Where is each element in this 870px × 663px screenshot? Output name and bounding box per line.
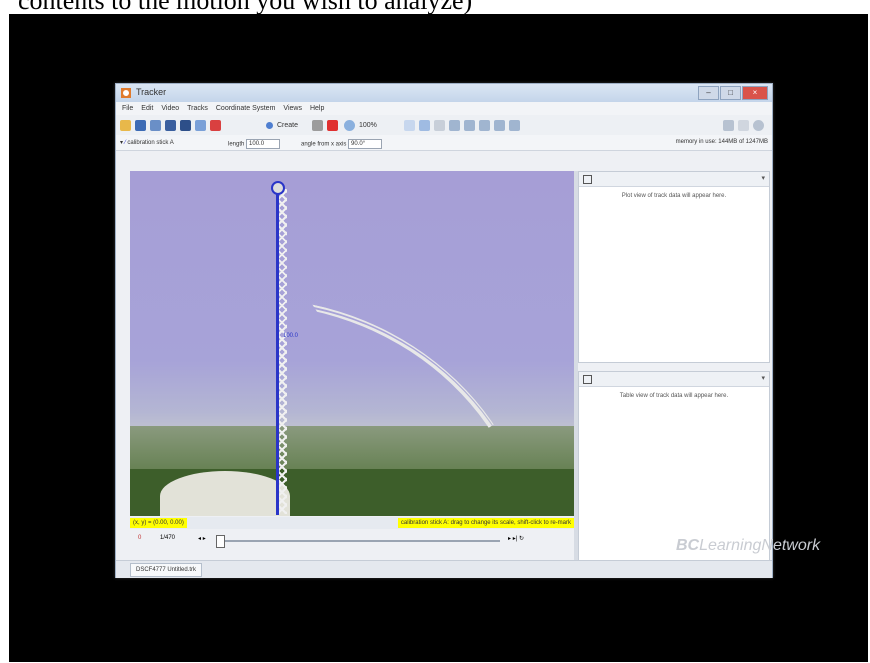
hint-message: calibration stick A: drag to change its … bbox=[397, 518, 574, 528]
path-icon[interactable] bbox=[434, 119, 445, 131]
length-control: length 100.0 bbox=[228, 139, 281, 149]
step-forward-icon[interactable]: ▸ bbox=[508, 536, 511, 542]
memory-status: memory in use: 144MB of 1247MB bbox=[675, 139, 768, 145]
edit-tools bbox=[312, 119, 342, 131]
menu-views[interactable]: Views bbox=[283, 105, 302, 112]
coordinate-axes-icon[interactable] bbox=[210, 119, 221, 131]
file-tools bbox=[120, 119, 225, 131]
table-placeholder: Table view of track data will appear her… bbox=[619, 393, 729, 399]
minimize-button[interactable]: – bbox=[698, 86, 719, 100]
angle-control: angle from x axis 90.0° bbox=[301, 139, 383, 149]
tracker-app-icon bbox=[121, 88, 131, 98]
menu-tracks[interactable]: Tracks bbox=[187, 105, 208, 112]
chevron-down-icon[interactable]: ▾ bbox=[761, 174, 765, 182]
video-view[interactable]: 100.0 bbox=[130, 171, 574, 516]
reload-icon[interactable] bbox=[753, 119, 764, 131]
cut-icon[interactable] bbox=[312, 119, 323, 131]
ruler-icon[interactable] bbox=[509, 119, 520, 131]
tab-document[interactable]: DSCF4777 Untitled.trk bbox=[130, 563, 203, 577]
table-panel-header: ▾ bbox=[579, 372, 769, 387]
marker-icon[interactable] bbox=[449, 119, 460, 131]
chevron-down-icon: ▾ bbox=[120, 140, 124, 146]
plot-panel: ▾ Plot view of track data will appear he… bbox=[578, 171, 770, 363]
calibration-length-label: 100.0 bbox=[283, 333, 299, 339]
notes-icon[interactable] bbox=[723, 119, 734, 131]
track-control-bar: ▾ ⁄ calibration stick A length 100.0 ang… bbox=[116, 135, 772, 151]
calibration-stick-handle[interactable] bbox=[271, 181, 285, 195]
clear-icon[interactable] bbox=[327, 119, 338, 131]
loop-icon[interactable]: ↻ bbox=[519, 536, 524, 542]
length-field[interactable]: 100.0 bbox=[246, 139, 281, 149]
create-label: Create bbox=[277, 121, 299, 129]
player-bar: 0 1/470 ◂ ▸ ▸ ▸| ↻ bbox=[130, 530, 574, 552]
menu-video[interactable]: Video bbox=[161, 105, 179, 112]
slider-thumb[interactable] bbox=[216, 535, 225, 548]
maximize-button[interactable]: □ bbox=[720, 86, 741, 100]
nav-controls: ▸ ▸| ↻ bbox=[508, 535, 524, 542]
zoom-icon bbox=[344, 119, 355, 131]
track-name: calibration stick A bbox=[127, 140, 174, 146]
plot-panel-header: ▾ bbox=[579, 172, 769, 187]
track-dropdown[interactable]: ▾ ⁄ calibration stick A bbox=[120, 139, 174, 146]
menu-coordinate-system[interactable]: Coordinate System bbox=[216, 105, 276, 112]
watermark-prefix: BC bbox=[676, 537, 700, 554]
save-icon[interactable] bbox=[135, 119, 146, 131]
close-button[interactable]: × bbox=[742, 86, 768, 100]
menu-file[interactable]: File bbox=[122, 105, 133, 112]
step-field[interactable]: 1/470 bbox=[160, 535, 175, 541]
play-icon[interactable]: ▸ bbox=[203, 536, 206, 542]
autotracker-icon[interactable] bbox=[404, 119, 415, 131]
coordinate-readout: (x, y) = (0.00, 0.00) bbox=[130, 518, 187, 528]
stretch-icon[interactable] bbox=[479, 119, 490, 131]
create-icon bbox=[266, 121, 273, 129]
end-icon[interactable]: ▸| bbox=[513, 536, 518, 542]
length-label: length bbox=[228, 141, 245, 148]
title-bar: Tracker – □ × bbox=[116, 84, 772, 102]
create-button[interactable]: Create bbox=[266, 119, 298, 131]
track-tools bbox=[404, 119, 524, 131]
chevron-down-icon[interactable]: ▾ bbox=[761, 374, 765, 382]
zoom-button[interactable]: 100% bbox=[344, 119, 377, 131]
open-folder-icon[interactable] bbox=[120, 119, 131, 131]
trail-icon[interactable] bbox=[419, 119, 430, 131]
window-controls: – □ × bbox=[698, 86, 768, 100]
table-panel: ▾ Table view of track data will appear h… bbox=[578, 371, 770, 562]
calibration-stick-icon: ⁄ bbox=[124, 140, 126, 146]
zoom-label: 100% bbox=[359, 121, 377, 129]
menu-bar: File Edit Video Tracks Coordinate System… bbox=[116, 102, 772, 115]
right-tools bbox=[723, 119, 768, 131]
watermark-text: LearningNetwork bbox=[699, 537, 821, 554]
menu-help[interactable]: Help bbox=[310, 105, 324, 112]
plot-icon[interactable] bbox=[583, 175, 592, 184]
video-icon[interactable] bbox=[150, 119, 161, 131]
clip-settings-icon[interactable] bbox=[165, 119, 176, 131]
tab-bar: DSCF4777 Untitled.trk bbox=[116, 560, 772, 578]
xmass-icon[interactable] bbox=[494, 119, 505, 131]
window-title: Tracker bbox=[136, 87, 167, 97]
toolbar: Create 100% bbox=[116, 115, 772, 136]
axes-icon[interactable] bbox=[180, 119, 191, 131]
plot-placeholder: Plot view of track data will appear here… bbox=[621, 193, 727, 199]
vector-icon[interactable] bbox=[464, 119, 475, 131]
frame-number[interactable]: 0 bbox=[138, 535, 141, 541]
tracker-window: Tracker – □ × File Edit Video Tracks Coo… bbox=[115, 83, 773, 578]
watermark-logo: BCLearningNetwork bbox=[676, 537, 820, 555]
angle-label: angle from x axis bbox=[301, 141, 347, 148]
calibration-tools-icon[interactable] bbox=[195, 119, 206, 131]
frame-slider[interactable] bbox=[220, 540, 500, 542]
refresh-icon[interactable] bbox=[738, 119, 749, 131]
angle-field[interactable]: 90.0° bbox=[348, 139, 383, 149]
table-icon[interactable] bbox=[583, 375, 592, 384]
menu-edit[interactable]: Edit bbox=[141, 105, 153, 112]
play-controls: ◂ ▸ bbox=[198, 535, 206, 542]
status-row: (x, y) = (0.00, 0.00) calibration stick … bbox=[130, 517, 574, 529]
calibration-stick[interactable] bbox=[276, 185, 279, 515]
step-back-icon[interactable]: ◂ bbox=[198, 536, 201, 542]
